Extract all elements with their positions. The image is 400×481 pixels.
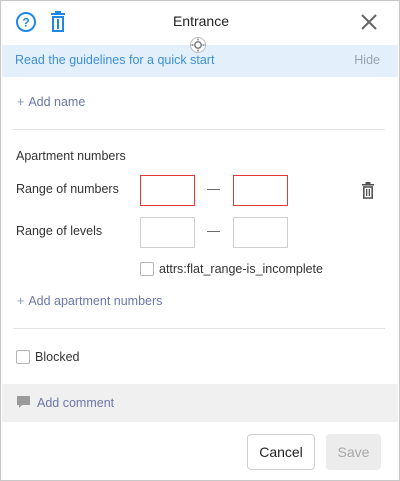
blocked-checkbox[interactable]: [16, 350, 30, 364]
page-title: Entrance: [172, 13, 230, 29]
blocked-label: Blocked: [35, 350, 80, 364]
incomplete-range-label: attrs:flat_range-is_incomplete: [159, 262, 323, 276]
add-apartment-numbers-button[interactable]: + Add apartment numbers: [17, 294, 162, 308]
hide-banner-button[interactable]: Hide: [354, 53, 380, 67]
cancel-button[interactable]: Cancel: [247, 434, 315, 470]
range-dash: —: [207, 181, 220, 196]
comment-icon: [16, 395, 31, 413]
apartment-numbers-title: Apartment numbers: [16, 149, 126, 163]
levels-from-input[interactable]: [140, 217, 195, 248]
delete-range-icon[interactable]: [361, 182, 375, 202]
add-comment-button[interactable]: Add comment: [37, 396, 114, 410]
entrance-panel: ? Entrance Read the guidelines for a qui…: [0, 0, 400, 481]
plus-icon: +: [17, 95, 25, 109]
add-name-button[interactable]: + Add name: [17, 95, 85, 109]
numbers-to-input[interactable]: [233, 175, 288, 206]
save-button[interactable]: Save: [326, 434, 381, 470]
range-of-numbers-label: Range of numbers: [16, 182, 119, 196]
close-icon[interactable]: [360, 13, 378, 34]
guidelines-link[interactable]: Read the guidelines for a quick start: [15, 53, 214, 67]
levels-to-input[interactable]: [233, 217, 288, 248]
divider: [13, 328, 385, 329]
numbers-from-input[interactable]: [140, 175, 195, 206]
add-name-label: Add name: [28, 95, 86, 109]
divider: [13, 129, 385, 130]
range-of-levels-label: Range of levels: [16, 224, 103, 238]
plus-icon: +: [17, 294, 25, 308]
range-dash: —: [207, 223, 220, 238]
incomplete-range-checkbox[interactable]: [140, 262, 154, 276]
add-apartment-numbers-label: Add apartment numbers: [28, 294, 163, 308]
